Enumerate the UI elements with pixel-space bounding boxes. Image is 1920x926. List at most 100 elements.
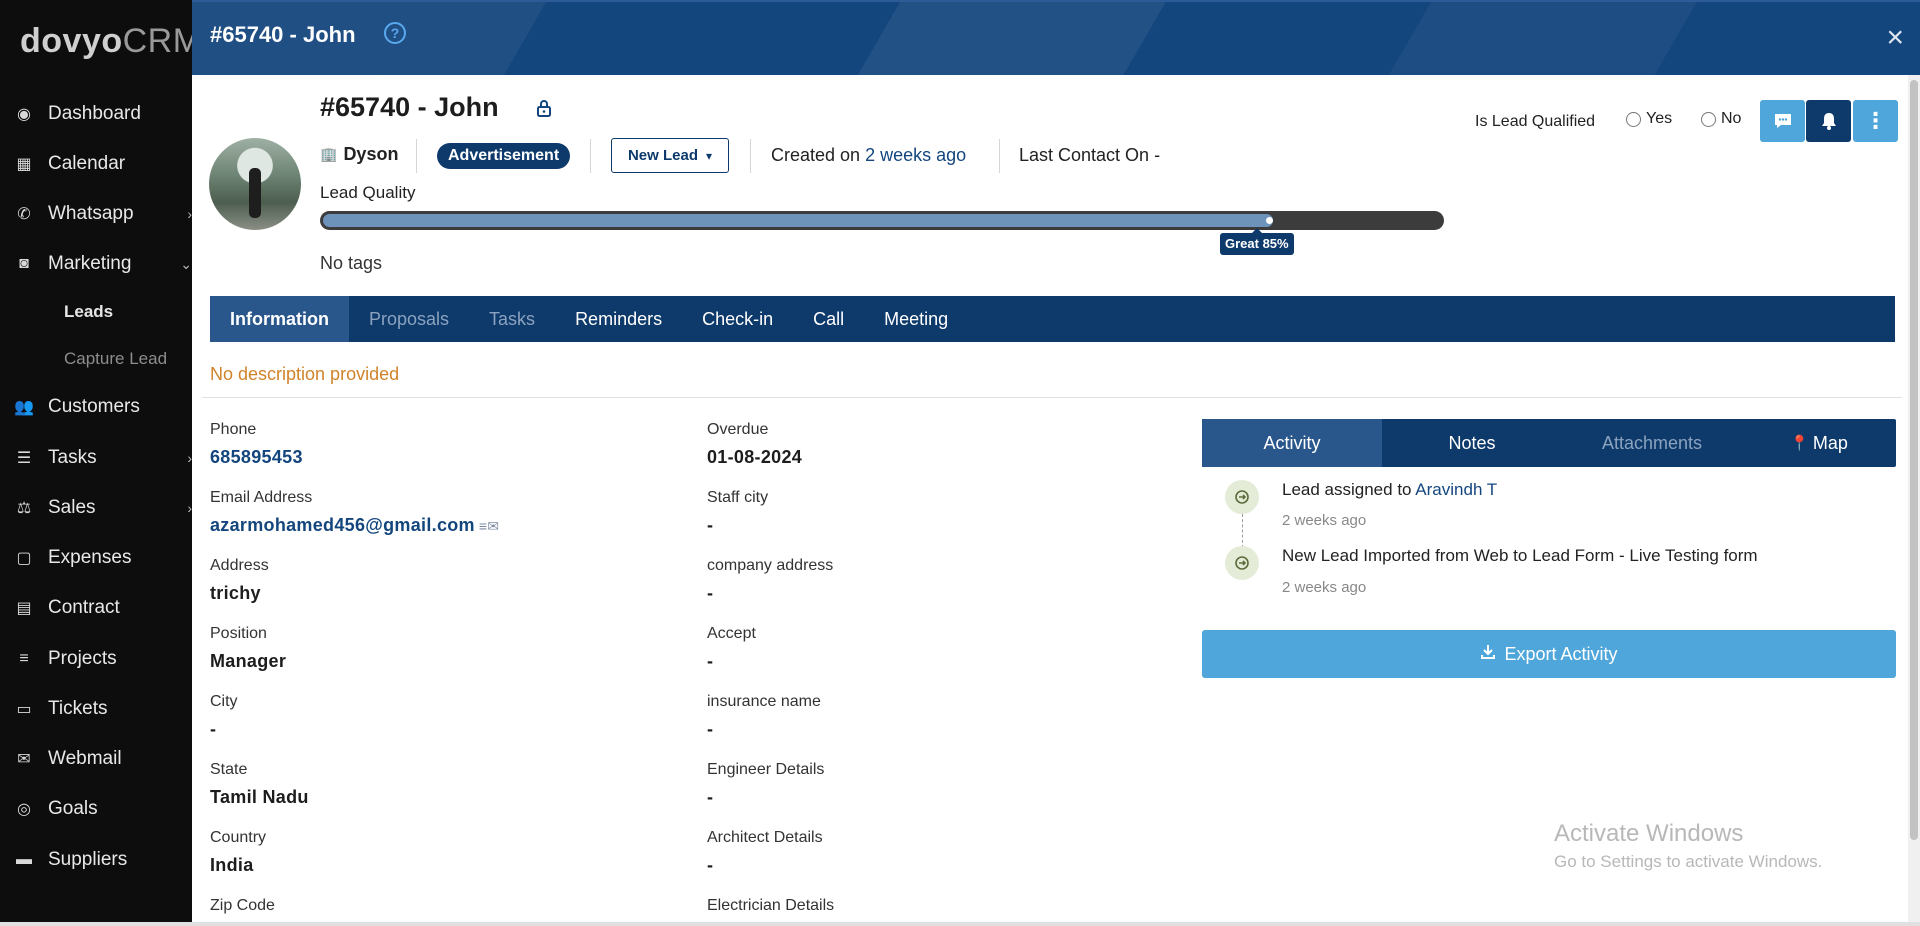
tab-notes[interactable]: Notes <box>1382 419 1562 467</box>
tab-meeting[interactable]: Meeting <box>864 296 968 342</box>
message-button[interactable] <box>1760 100 1805 142</box>
taskbar-edge <box>0 922 1920 926</box>
qualified-yes-radio[interactable]: Yes <box>1626 110 1672 128</box>
help-icon[interactable]: ? <box>384 22 406 44</box>
radio-circle <box>1626 111 1641 127</box>
activity-user-link[interactable]: Aravindh T <box>1415 480 1497 499</box>
tab-activity[interactable]: Activity <box>1202 419 1382 467</box>
field-label: Zip Code <box>210 897 275 914</box>
sidebar-subitem-leads[interactable]: Leads <box>64 302 113 322</box>
close-button[interactable]: × <box>1886 23 1904 53</box>
modal-title: #65740 - John <box>210 22 356 47</box>
field-value: - <box>707 583 714 603</box>
app-logo[interactable]: dovyoCRM <box>20 22 202 61</box>
truck-icon: ▬ <box>16 851 32 868</box>
sidebar-item-projects[interactable]: ≡ Projects <box>0 639 192 679</box>
sidebar-item-webmail[interactable]: ✉ Webmail <box>0 739 192 779</box>
sidebar-item-suppliers[interactable]: ▬ Suppliers <box>0 840 192 880</box>
field-phone: Phone 685895453 <box>210 421 303 468</box>
description: No description provided <box>210 364 400 384</box>
bell-icon <box>1821 113 1836 130</box>
lead-quality-thumb <box>1266 217 1273 224</box>
qualified-label: Is Lead Qualified <box>1475 113 1596 130</box>
list-icon: ☰ <box>16 450 32 467</box>
activity-text: Lead assigned to <box>1282 480 1412 499</box>
field-company-address: company address - <box>707 557 833 604</box>
sidebar-item-label: Contract <box>48 597 120 618</box>
email-link[interactable]: azarmohamed456@gmail.com <box>210 515 475 535</box>
field-label: Accept <box>707 625 756 642</box>
field-staff-city: Staff city - <box>707 489 768 536</box>
status-dropdown-label: New Lead <box>627 147 698 164</box>
activity-icon <box>1225 480 1259 514</box>
timeline-connector <box>1242 514 1243 548</box>
lead-tabs: Information Proposals Tasks Reminders Ch… <box>210 296 1895 342</box>
sidebar-item-contract[interactable]: ▤ Contract <box>0 588 192 628</box>
field-value: - <box>210 719 217 739</box>
field-label: Country <box>210 829 267 846</box>
status-dropdown[interactable]: New Lead ▾ <box>611 138 729 173</box>
lock-icon[interactable] <box>534 98 554 118</box>
scrollbar-thumb[interactable] <box>1910 80 1918 840</box>
sidebar-item-marketing[interactable]: ◙ Marketing ⌄ <box>0 244 192 284</box>
send-mail-icon[interactable]: ≡✉ <box>479 518 500 534</box>
whatsapp-icon: ✆ <box>17 206 31 223</box>
activity-item: Lead assigned to Aravindh T <box>1282 480 1497 500</box>
avatar <box>209 138 301 230</box>
activity-time: 2 weeks ago <box>1282 579 1367 596</box>
field-value: India <box>210 855 254 875</box>
sidebar-item-label: Marketing <box>48 253 132 274</box>
sidebar-item-label: Projects <box>48 648 117 669</box>
tab-call[interactable]: Call <box>793 296 864 342</box>
tab-map[interactable]: 📍 Map <box>1742 419 1896 467</box>
tab-map-label: Map <box>1812 432 1848 453</box>
sidebar-item-calendar[interactable]: ▦ Calendar <box>0 144 192 184</box>
field-label: Phone <box>210 421 257 438</box>
field-overdue: Overdue 01-08-2024 <box>707 421 802 468</box>
tab-reminders[interactable]: Reminders <box>555 296 682 342</box>
divider <box>590 139 591 173</box>
tab-check-in[interactable]: Check-in <box>682 296 793 342</box>
sidebar-item-expenses[interactable]: ▢ Expenses <box>0 538 192 578</box>
lead-quality-bar <box>320 211 1444 230</box>
tab-attachments[interactable]: Attachments <box>1562 419 1742 467</box>
chevron-down-icon: ▾ <box>706 148 713 163</box>
divider <box>999 139 1000 173</box>
sidebar-item-tickets[interactable]: ▭ Tickets <box>0 689 192 729</box>
sidebar-item-goals[interactable]: ◎ Goals <box>0 789 192 829</box>
phone-link[interactable]: 685895453 <box>210 447 303 468</box>
field-zip-code: Zip Code <box>210 897 275 915</box>
sidebar-item-tasks[interactable]: ☰ Tasks › <box>0 438 192 478</box>
tab-proposals[interactable]: Proposals <box>349 296 469 342</box>
tab-tasks[interactable]: Tasks <box>469 296 555 342</box>
sidebar-item-dashboard[interactable]: ◉ Dashboard <box>0 94 192 134</box>
logo-suffix-text: CRM <box>122 22 202 60</box>
email-value: azarmohamed456@gmail.com ≡✉ <box>210 515 499 536</box>
megaphone-icon: ◙ <box>19 255 29 272</box>
radio-label: Yes <box>1646 110 1673 127</box>
tab-information[interactable]: Information <box>210 296 349 342</box>
kebab-icon: ⋮ <box>1864 108 1887 133</box>
sidebar-subitem-capture-lead[interactable]: Capture Lead <box>64 349 167 369</box>
field-label: Address <box>210 557 269 574</box>
export-activity-button[interactable]: Export Activity <box>1202 630 1896 678</box>
chat-icon <box>1774 114 1791 128</box>
sidebar-item-label: Dashboard <box>48 103 141 124</box>
lead-modal: #65740 - John ? × #65740 - John 🏢 Dyson … <box>192 0 1920 926</box>
activity-time: 2 weeks ago <box>1282 512 1367 529</box>
receipt-icon: ▢ <box>16 550 32 567</box>
reminder-button[interactable] <box>1806 100 1851 142</box>
sidebar-item-customers[interactable]: 👥 Customers <box>0 387 192 427</box>
divider <box>416 139 417 173</box>
more-options-button[interactable]: ⋮ <box>1853 100 1898 142</box>
field-position: Position Manager <box>210 625 286 672</box>
logo-main-text: dovyo <box>20 22 123 60</box>
calendar-icon: ▦ <box>16 156 32 173</box>
sidebar-item-whatsapp[interactable]: ✆ Whatsapp › <box>0 194 192 234</box>
windows-activation-subtitle: Go to Settings to activate Windows. <box>1554 852 1823 871</box>
field-value: - <box>707 855 714 875</box>
field-label: Engineer Details <box>707 761 825 778</box>
qualified-no-radio[interactable]: No <box>1701 110 1741 128</box>
field-value: - <box>707 651 714 671</box>
sidebar-item-sales[interactable]: ⚖ Sales › <box>0 488 192 528</box>
